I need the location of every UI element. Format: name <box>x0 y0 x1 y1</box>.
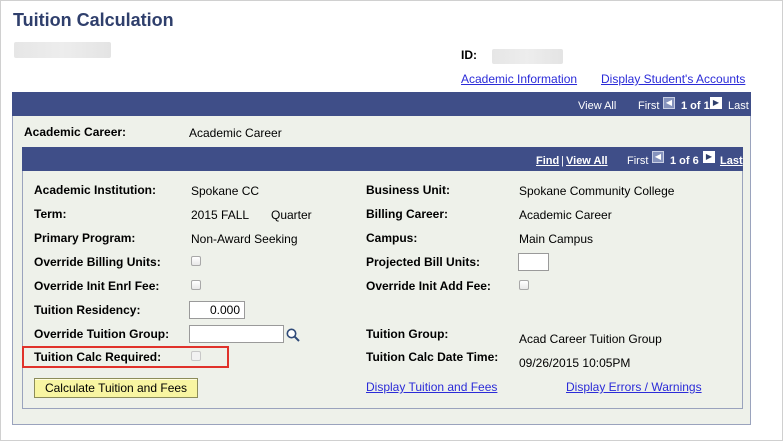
academic-information-link[interactable]: Academic Information <box>461 72 577 86</box>
override-tuition-group-input[interactable] <box>189 325 284 343</box>
academic-institution-label: Academic Institution: <box>34 183 157 197</box>
inner-first-label: First <box>627 155 649 167</box>
inner-row-count: 1 of 6 <box>670 155 699 167</box>
student-id-redacted <box>492 49 563 64</box>
display-errors-warnings-link[interactable]: Display Errors / Warnings <box>566 380 702 394</box>
tuition-residency-input[interactable] <box>189 301 245 319</box>
inner-next-icon[interactable]: ▶ <box>703 151 715 163</box>
outer-last-label: Last <box>728 100 749 112</box>
inner-separator: | <box>561 155 564 167</box>
academic-institution-value: Spokane CC <box>191 184 260 198</box>
override-init-add-fee-label: Override Init Add Fee: <box>366 279 491 293</box>
campus-label: Campus: <box>366 231 418 245</box>
projected-bill-units-input[interactable] <box>518 253 549 271</box>
override-tuition-group-label: Override Tuition Group: <box>34 327 170 341</box>
inner-find-link[interactable]: Find <box>536 155 559 167</box>
inner-prev-icon[interactable]: ◀ <box>652 151 664 163</box>
lookup-icon[interactable] <box>285 327 301 343</box>
tuition-calc-required-highlight <box>22 346 229 368</box>
outer-prev-icon[interactable]: ◀ <box>663 97 675 109</box>
term-value: 2015 FALL <box>191 208 250 222</box>
campus-value: Main Campus <box>519 232 594 246</box>
override-billing-units-label: Override Billing Units: <box>34 255 161 269</box>
tuition-group-label: Tuition Group: <box>366 327 449 341</box>
display-students-accounts-link[interactable]: Display Student's Accounts <box>601 72 745 86</box>
term-label: Term: <box>34 207 67 221</box>
display-tuition-and-fees-link[interactable]: Display Tuition and Fees <box>366 380 497 394</box>
billing-career-label: Billing Career: <box>366 207 449 221</box>
calculate-tuition-and-fees-button[interactable]: Calculate Tuition and Fees <box>34 378 198 398</box>
outer-view-all-link[interactable]: View All <box>578 100 616 112</box>
override-init-add-fee-checkbox[interactable] <box>519 280 529 290</box>
inner-view-all-link[interactable]: View All <box>566 155 608 167</box>
primary-program-label: Primary Program: <box>34 231 136 245</box>
tuition-group-value: Acad Career Tuition Group <box>519 332 662 346</box>
outer-first-label: First <box>638 100 660 112</box>
business-unit-label: Business Unit: <box>366 183 451 197</box>
business-unit-value: Spokane Community College <box>519 184 675 198</box>
id-label: ID: <box>461 48 477 62</box>
page-title: Tuition Calculation <box>13 10 174 30</box>
tuition-residency-label: Tuition Residency: <box>34 303 141 317</box>
term-type-value: Quarter <box>271 208 312 222</box>
override-init-enrl-fee-label: Override Init Enrl Fee: <box>34 279 160 293</box>
academic-career-value: Academic Career <box>189 126 282 140</box>
inner-last-link[interactable]: Last <box>720 155 743 167</box>
projected-bill-units-label: Projected Bill Units: <box>366 255 481 269</box>
tuition-calc-datetime-value: 09/26/2015 10:05PM <box>519 356 631 370</box>
tuition-calc-datetime-label: Tuition Calc Date Time: <box>366 350 499 364</box>
override-init-enrl-fee-checkbox[interactable] <box>191 280 201 290</box>
override-billing-units-checkbox[interactable] <box>191 256 201 266</box>
outer-next-icon[interactable]: ▶ <box>710 97 722 109</box>
primary-program-value: Non-Award Seeking <box>191 232 298 246</box>
academic-career-label: Academic Career: <box>24 125 127 139</box>
student-name-redacted <box>14 42 111 58</box>
billing-career-value: Academic Career <box>519 208 612 222</box>
outer-row-count: 1 of 1 <box>681 100 710 112</box>
